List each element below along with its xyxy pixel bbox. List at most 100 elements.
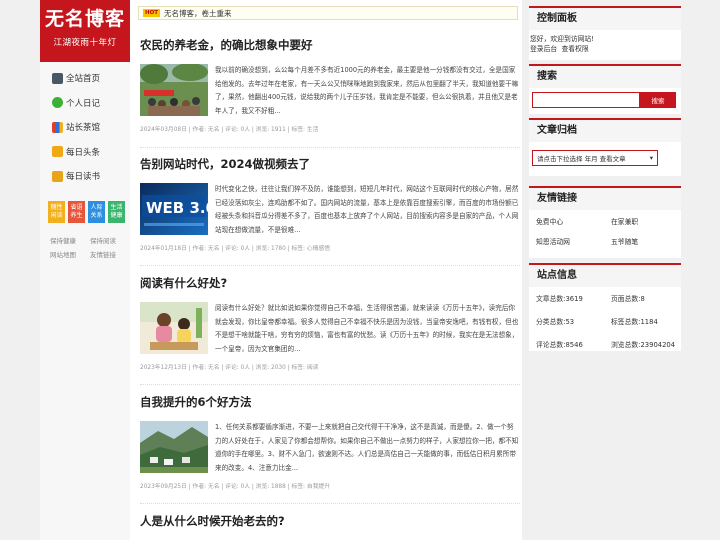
nav-item-teahouse[interactable]: 站长茶馆	[40, 115, 130, 140]
post-title[interactable]: 人是从什么时候开始老去的?	[140, 513, 520, 529]
nav-item-headlines[interactable]: 每日头条	[40, 140, 130, 165]
news-icon	[52, 146, 63, 158]
site-stats-widget: 站点信息 文章总数:3619 页面总数:8 分类总数:53 标签总数:1184 …	[529, 263, 681, 351]
post-meta: 2023年12月13日 | 作者: 无名 | 评论: 0人 | 浏览: 2030…	[140, 365, 319, 371]
logo-tagline: 江湖夜雨十年灯	[53, 38, 117, 48]
nav-label: 每日读书	[66, 172, 101, 183]
side-link[interactable]: 保持阅读	[90, 235, 130, 245]
tile-line: 人际	[90, 203, 103, 211]
book-icon	[52, 170, 63, 182]
hot-badge: HOT	[143, 9, 161, 17]
tea-icon	[52, 121, 63, 133]
stat-item: 评论总数:8546	[536, 341, 583, 349]
divider	[140, 384, 520, 385]
nav-label: 个人日记	[66, 98, 101, 109]
tile-line: 关系	[90, 211, 103, 219]
archive-widget: 文章归档 请点击下拉选择 年月 查看文章 ▾	[529, 118, 681, 176]
archive-select[interactable]: 请点击下拉选择 年月 查看文章 ▾	[532, 150, 658, 166]
nav-item-diary[interactable]: 个人日记	[40, 91, 130, 116]
post-item: 阅读有什么好处? 阅读有什么好处？就比如说如果你觉得自己不幸福，生活得很苦逼，就…	[140, 275, 520, 371]
stat-item: 文章总数:3619	[536, 295, 583, 303]
tile-line: 闲谈	[50, 211, 63, 219]
stat-item: 标签总数:1184	[611, 318, 658, 326]
site-logo[interactable]: 无名博客 江湖夜雨十年灯	[40, 0, 130, 62]
nav-item-reading[interactable]: 每日读书	[40, 164, 130, 189]
post-thumbnail[interactable]: WEB 3.0	[140, 183, 208, 235]
notice-text[interactable]: 无名博客，卷土重来	[164, 8, 232, 19]
rights-link[interactable]: 查看权限	[562, 45, 589, 53]
web3-photo-icon: WEB 3.0	[140, 183, 208, 235]
post-thumbnail[interactable]	[140, 64, 208, 116]
tile-health-care[interactable]: 省语 养生	[68, 200, 85, 223]
post-excerpt: 时代变化之快，往往让我们猝不及防，谁能想到，短短几年时代，网站这个互联网时代的核…	[215, 185, 519, 234]
tile-line: 随性	[50, 203, 63, 211]
side-links: 保持健康 保持阅读 网站地图 友情链接	[50, 235, 130, 259]
divider	[140, 265, 520, 266]
post-title[interactable]: 告别网站时代，2024做视频去了	[140, 156, 520, 172]
welcome-text: 您好，欢迎到访网站!	[530, 35, 594, 43]
wechat-icon	[52, 97, 63, 109]
nav-label: 全站首页	[66, 74, 101, 85]
search-widget: 搜索 搜索	[529, 64, 681, 114]
post-thumbnail[interactable]	[140, 302, 208, 354]
svg-text:WEB 3.0: WEB 3.0	[146, 199, 208, 217]
widget-title: 搜索	[529, 66, 681, 88]
search-button[interactable]: 搜索	[640, 92, 676, 108]
main-nav: 全站首页 个人日记 站长茶馆 每日头条 每日读书	[40, 66, 130, 189]
nav-item-home[interactable]: 全站首页	[40, 66, 130, 91]
right-sidebar: 控制面板 您好，欢迎到访网站! 登录后台 查看权限 搜索 搜索 文章归档 请点击…	[529, 0, 681, 540]
page: 无名博客 江湖夜雨十年灯 全站首页 个人日记 站长茶馆 每日头条 每日读书 随性…	[0, 0, 720, 540]
nav-label: 每日头条	[66, 147, 101, 158]
friend-links-widget: 友情链接 免费中心 在家兼职 知恩活动网 五爷随笔	[529, 186, 681, 258]
stat-item: 浏览总数:23904204	[611, 341, 676, 349]
friend-link[interactable]: 五爷随笔	[611, 236, 686, 246]
village-photo-icon	[140, 421, 208, 473]
divider	[140, 503, 520, 504]
side-link[interactable]: 保持健康	[50, 235, 90, 245]
control-panel-widget: 控制面板 您好，欢迎到访网站! 登录后台 查看权限	[529, 6, 681, 60]
tile-casual[interactable]: 随性 闲谈	[48, 200, 65, 223]
home-icon	[52, 72, 63, 84]
post-item: 农民的养老金，的确比想象中要好 我以前的确没想到，么公每个月差不多有近1000元…	[140, 37, 520, 133]
notice-bar: HOT 无名博客，卷土重来	[138, 6, 518, 20]
post-meta: 2024年03月08日 | 作者: 无名 | 评论: 0人 | 浏览: 1911…	[140, 127, 319, 133]
post-meta: 2023年09月25日 | 作者: 无名 | 评论: 0人 | 浏览: 1888…	[140, 484, 331, 490]
post-item: 人是从什么时候开始老去的?	[140, 513, 520, 540]
stat-item: 页面总数:8	[611, 295, 645, 303]
tile-line: 生活	[110, 203, 123, 211]
post-item: 告别网站时代，2024做视频去了 WEB 3.0 时代变化之快，往往让我们猝不及…	[140, 156, 520, 252]
stat-item: 分类总数:53	[536, 318, 575, 326]
post-excerpt: 我以前的确没想到，么公每个月差不多有近1000元的养老金，最主要是他一分钱都没有…	[215, 66, 519, 115]
post-thumbnail[interactable]	[140, 421, 208, 473]
side-link[interactable]: 网站地图	[50, 249, 90, 259]
post-title[interactable]: 农民的养老金，的确比想象中要好	[140, 37, 520, 53]
search-input[interactable]	[532, 92, 640, 108]
reading-photo-icon	[140, 302, 208, 354]
logo-title: 无名博客	[44, 8, 125, 30]
archive-select-value: 请点击下拉选择 年月 查看文章	[537, 155, 626, 163]
side-link[interactable]: 友情链接	[90, 249, 130, 259]
nav-label: 站长茶馆	[66, 123, 101, 134]
tile-line: 养生	[70, 211, 83, 219]
divider	[140, 147, 520, 148]
tile-relations[interactable]: 人际 关系	[88, 200, 105, 223]
post-item: 自我提升的6个好方法 1、任何关系都要循序渐进，不要一上来就把自己交代得干干净净…	[140, 394, 520, 490]
post-title[interactable]: 阅读有什么好处?	[140, 275, 520, 291]
tile-life-health[interactable]: 生活 健康	[108, 200, 125, 223]
tile-line: 省语	[70, 203, 83, 211]
friend-link[interactable]: 免费中心	[536, 216, 611, 226]
post-meta: 2024年01月18日 | 作者: 无名 | 评论: 0人 | 浏览: 1780…	[140, 246, 331, 252]
post-title[interactable]: 自我提升的6个好方法	[140, 394, 520, 410]
main-content: HOT 无名博客，卷土重来 农民的养老金，的确比想象中要好 我以前的确没想到，么…	[130, 0, 522, 540]
friend-link[interactable]: 在家兼职	[611, 216, 686, 226]
tile-line: 健康	[110, 211, 123, 219]
friend-link[interactable]: 知恩活动网	[536, 236, 611, 246]
category-tiles: 随性 闲谈 省语 养生 人际 关系 生活 健康	[48, 200, 130, 223]
login-link[interactable]: 登录后台	[530, 45, 557, 53]
left-sidebar: 无名博客 江湖夜雨十年灯 全站首页 个人日记 站长茶馆 每日头条 每日读书 随性…	[40, 0, 130, 540]
crowd-photo-icon	[140, 64, 208, 116]
widget-title: 文章归档	[529, 120, 681, 142]
post-excerpt: 阅读有什么好处？就比如说如果你觉得自己不幸福，生活得很苦逼，就来读读《万历十五年…	[215, 304, 519, 353]
chevron-down-icon: ▾	[649, 154, 653, 162]
widget-title: 友情链接	[529, 188, 681, 210]
